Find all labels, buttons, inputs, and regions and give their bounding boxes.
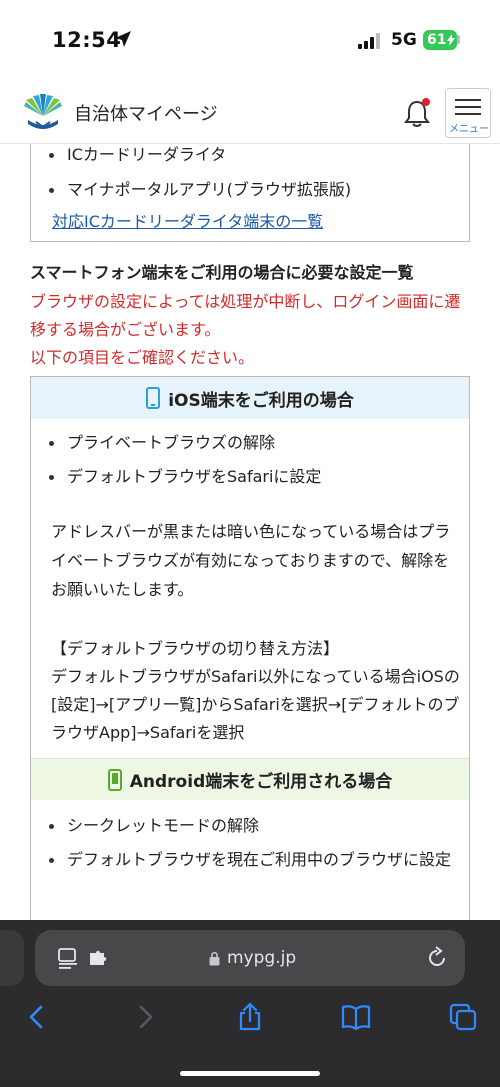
address-bar[interactable]: mypg.jp (35, 930, 465, 986)
site-logo-icon[interactable] (22, 94, 64, 132)
browser-warning-text: ブラウザの設定によっては処理が中断し、ログイン画面に遷移する場合がございます。 … (30, 288, 475, 372)
instructions-body: デフォルトブラウザがSafari以外になっている場合iOSの[設定]→[アプリ一… (51, 667, 460, 742)
ios-settings-list: プライベートブラウズの解除 デフォルトブラウザをSafariに設定 (31, 432, 321, 500)
previous-tab-preview[interactable] (0, 930, 24, 986)
location-arrow-icon (115, 31, 131, 47)
ios-heading: iOS端末をご利用の場合 (31, 377, 469, 419)
tabs-icon[interactable] (448, 1002, 478, 1032)
menu-button[interactable]: メニュー (445, 88, 491, 138)
status-time: 12:54 (52, 28, 122, 52)
android-settings-list: シークレットモードの解除 デフォルトブラウザを現在ご利用中のブラウザに設定 (31, 815, 461, 883)
charging-bolt-icon (447, 34, 456, 46)
warning-line: ブラウザの設定によっては処理が中断し、ログイン画面に遷移する場合がございます。 … (30, 292, 461, 367)
card-reader-box: ICカードリーダライタ マイナポータルアプリ(ブラウザ拡張版) 対応ICカードリ… (30, 144, 470, 242)
extension-puzzle-icon[interactable] (88, 948, 110, 968)
forward-icon[interactable] (130, 1002, 160, 1032)
bookmarks-icon[interactable] (341, 1002, 371, 1032)
hamburger-icon (455, 99, 481, 115)
default-browser-instructions: 【デフォルトブラウザの切り替え方法】 デフォルトブラウザがSafari以外になっ… (51, 635, 461, 747)
smartphone-icon (107, 768, 122, 791)
smartphone-icon (146, 387, 161, 409)
network-type: 5G (391, 30, 417, 50)
menu-label: メニュー (449, 124, 489, 135)
main-content: ICカードリーダライタ マイナポータルアプリ(ブラウザ拡張版) 対応ICカードリ… (0, 144, 500, 920)
reload-icon[interactable] (425, 946, 449, 970)
list-item: ICカードリーダライタ (31, 144, 226, 166)
site-header: 自治体マイページ メニュー (0, 80, 500, 144)
instructions-heading: 【デフォルトブラウザの切り替え方法】 (51, 639, 340, 658)
list-item: プライベートブラウズの解除 (31, 432, 321, 454)
share-icon[interactable] (235, 1002, 265, 1032)
list-item: デフォルトブラウザをSafariに設定 (31, 466, 321, 488)
smartphone-settings-title: スマートフォン端末をご利用の場合に必要な設定一覧 (30, 263, 414, 282)
reader-mode-icon[interactable] (57, 947, 79, 969)
cellular-signal-icon (358, 33, 380, 49)
battery-tip (457, 35, 460, 44)
browser-toolbar: mypg.jp (0, 920, 500, 1087)
private-browsing-note: アドレスバーが黒または暗い色になっている場合はプライベートブラウズが有効になって… (51, 522, 451, 599)
battery-level: 61 (427, 32, 447, 48)
site-title[interactable]: 自治体マイページ (74, 100, 218, 126)
battery-indicator: 61 (423, 30, 457, 50)
device-settings-box: iOS端末をご利用の場合 プライベートブラウズの解除 デフォルトブラウザをSaf… (30, 376, 470, 920)
notification-bell-icon[interactable] (404, 98, 430, 128)
lock-icon (209, 951, 220, 966)
url-text[interactable]: mypg.jp (227, 948, 296, 968)
home-indicator (180, 1071, 320, 1076)
list-item: シークレットモードの解除 (31, 815, 461, 837)
ios-heading-text: iOS端末をご利用の場合 (168, 390, 354, 411)
android-heading: Android端末をご利用される場合 (31, 758, 469, 800)
list-item: マイナポータルアプリ(ブラウザ拡張版) (31, 179, 351, 201)
card-reader-list-link[interactable]: 対応ICカードリーダライタ端末の一覧 (52, 208, 323, 232)
list-item: デフォルトブラウザを現在ご利用中のブラウザに設定 (31, 849, 461, 871)
status-bar: 12:54 5G 61 (0, 0, 500, 80)
android-heading-text: Android端末をご利用される場合 (129, 772, 393, 792)
back-icon[interactable] (22, 1002, 52, 1032)
